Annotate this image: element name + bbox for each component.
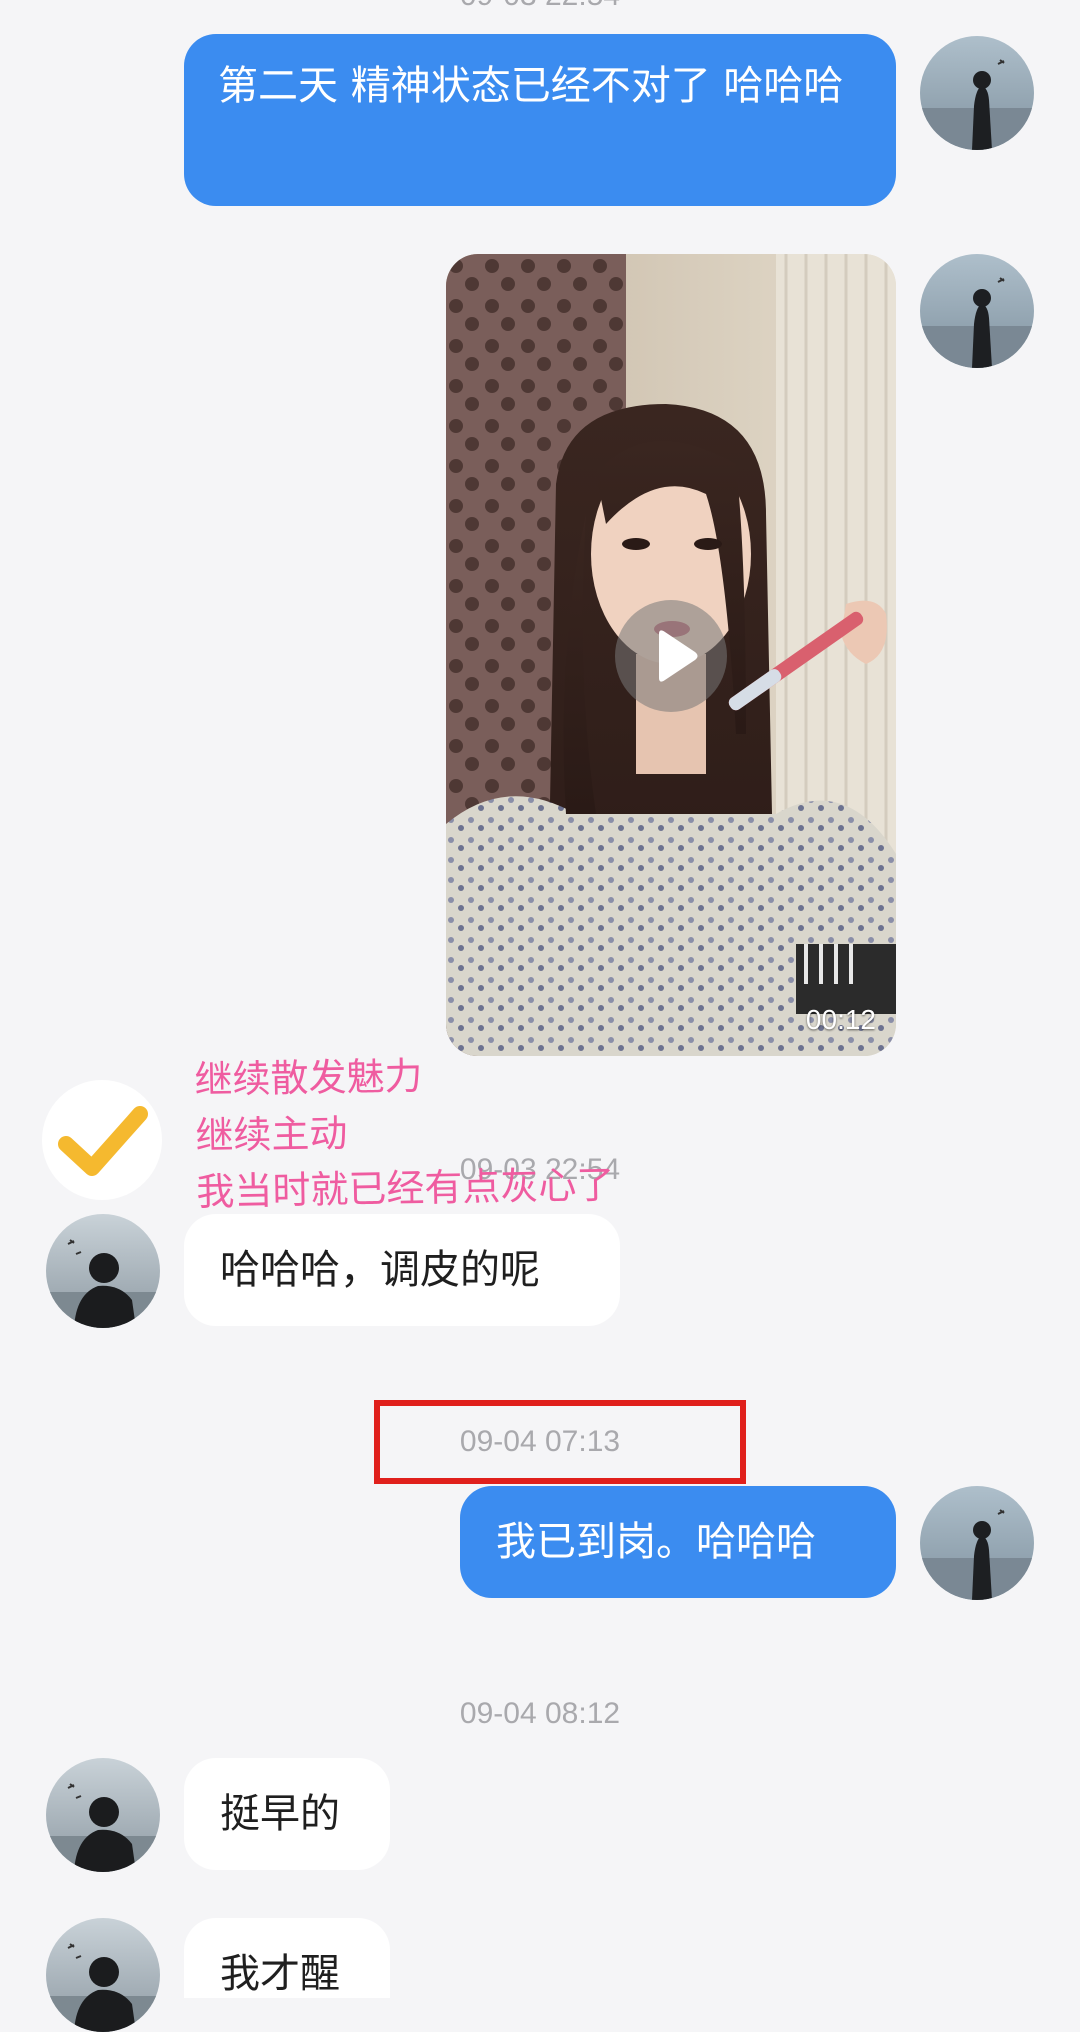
message-bubble-received[interactable]: 哈哈哈，调皮的呢 bbox=[184, 1214, 620, 1326]
highlight-box bbox=[374, 1400, 746, 1484]
play-button[interactable] bbox=[615, 600, 727, 712]
message-text: 挺早的 bbox=[220, 1791, 340, 1837]
annotation-text: 继续散发魅力 继续主动 我当时就已经有点灰心了 bbox=[194, 1045, 615, 1220]
message-bubble-sent[interactable]: 我已到岗。哈哈哈 bbox=[460, 1486, 896, 1598]
play-icon bbox=[659, 630, 698, 682]
video-message[interactable]: 00:12 bbox=[446, 254, 896, 1056]
annotation-line: 我当时就已经有点灰心了 bbox=[196, 1162, 615, 1214]
message-bubble-received[interactable]: 我才醒 bbox=[184, 1918, 390, 1998]
message-bubble-received[interactable]: 挺早的 bbox=[184, 1758, 390, 1870]
my-avatar[interactable] bbox=[920, 36, 1034, 150]
message-text: 我才醒 bbox=[220, 1951, 340, 1997]
message-bubble-sent[interactable]: 第二天 精神状态已经不对了 哈哈哈 bbox=[184, 34, 896, 206]
contact-avatar[interactable] bbox=[46, 1214, 160, 1328]
timestamp: 09-04 08:12 bbox=[459, 1697, 621, 1730]
my-avatar[interactable] bbox=[920, 254, 1034, 368]
video-duration: 00:12 bbox=[805, 1004, 876, 1035]
message-text: 第二天 精神状态已经不对了 哈哈哈 bbox=[218, 63, 844, 109]
message-text: 哈哈哈，调皮的呢 bbox=[220, 1247, 540, 1293]
my-avatar[interactable] bbox=[920, 1486, 1034, 1600]
contact-avatar[interactable] bbox=[46, 1918, 160, 2032]
contact-avatar[interactable] bbox=[46, 1758, 160, 1872]
annotation-line: 继续散发魅力 bbox=[194, 1054, 423, 1102]
annotation-line: 继续主动 bbox=[195, 1111, 348, 1158]
message-text: 我已到岗。哈哈哈 bbox=[496, 1519, 816, 1565]
timestamp-partial: 09-03 22:54 bbox=[0, 0, 1080, 16]
